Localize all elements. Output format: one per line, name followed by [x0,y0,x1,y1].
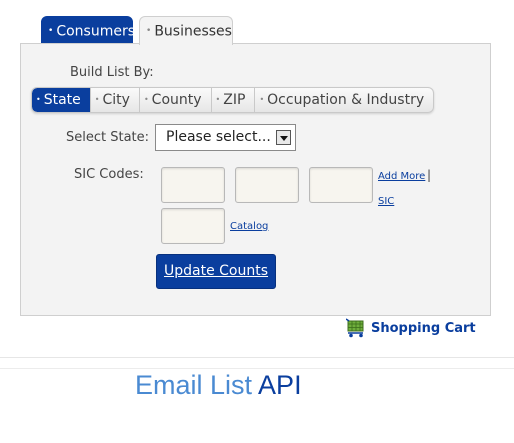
state-select[interactable]: Please select... [155,124,296,151]
sic-code-input-2[interactable] [235,167,299,203]
page: • Consumers • Businesses Build List By: • S… [0,0,514,443]
chevron-down-icon[interactable] [276,130,291,145]
add-more-link[interactable]: Add More [378,171,425,182]
subtab-bullet: • [259,95,265,104]
select-state-label: Select State: [66,130,150,145]
footer-title-part2: API [258,370,302,400]
state-select-value: Please select... [166,129,271,145]
subtab-county[interactable]: • County [138,88,211,112]
sic-code-input-3[interactable] [309,167,373,203]
sic-code-input-4[interactable] [161,208,225,244]
subtab-occupation-industry[interactable]: • Occupation & Industry [254,88,433,112]
link-separator: | [427,168,432,182]
tab-consumers[interactable]: • Consumers [41,16,135,45]
tab-consumers-label: Consumers [56,23,135,40]
subtab-bullet: • [94,95,100,104]
subtab-label: State [43,92,81,108]
subtab-bullet: • [36,95,41,104]
divider [0,357,514,358]
subtab-label: City [102,92,130,108]
subtab-city[interactable]: • City [89,88,139,112]
subtab-label: Occupation & Industry [267,92,425,108]
subtab-bullet: • [143,95,149,104]
tab-bullet: • [48,26,54,36]
build-list-label: Build List By: [70,65,154,80]
divider [0,368,514,369]
subtab-label: County [151,92,202,108]
catalog-link[interactable]: Catalog [230,221,268,232]
update-counts-button[interactable]: Update Counts [156,254,276,289]
tab-bullet: • [146,26,152,36]
sic-codes-label: SIC Codes: [74,167,144,182]
sic-link[interactable]: SIC [378,196,394,207]
subtab-bullet: • [215,95,221,104]
sic-code-input-1[interactable] [161,167,225,203]
subtab-zip[interactable]: • ZIP [210,88,255,112]
shopping-cart-link[interactable]: Shopping Cart [346,317,476,339]
footer-title: Email List API [135,370,302,401]
subtab-label: ZIP [223,92,246,108]
tab-businesses[interactable]: • Businesses [139,16,233,45]
shopping-cart-label: Shopping Cart [371,320,476,336]
shopping-cart-icon [346,318,364,338]
subtab-state[interactable]: • State [32,88,90,112]
build-by-tabs: • State • City • County • ZIP • Occupation & … [31,87,435,113]
tab-businesses-label: Businesses [154,23,232,40]
footer-title-part1: Email List [135,370,253,400]
